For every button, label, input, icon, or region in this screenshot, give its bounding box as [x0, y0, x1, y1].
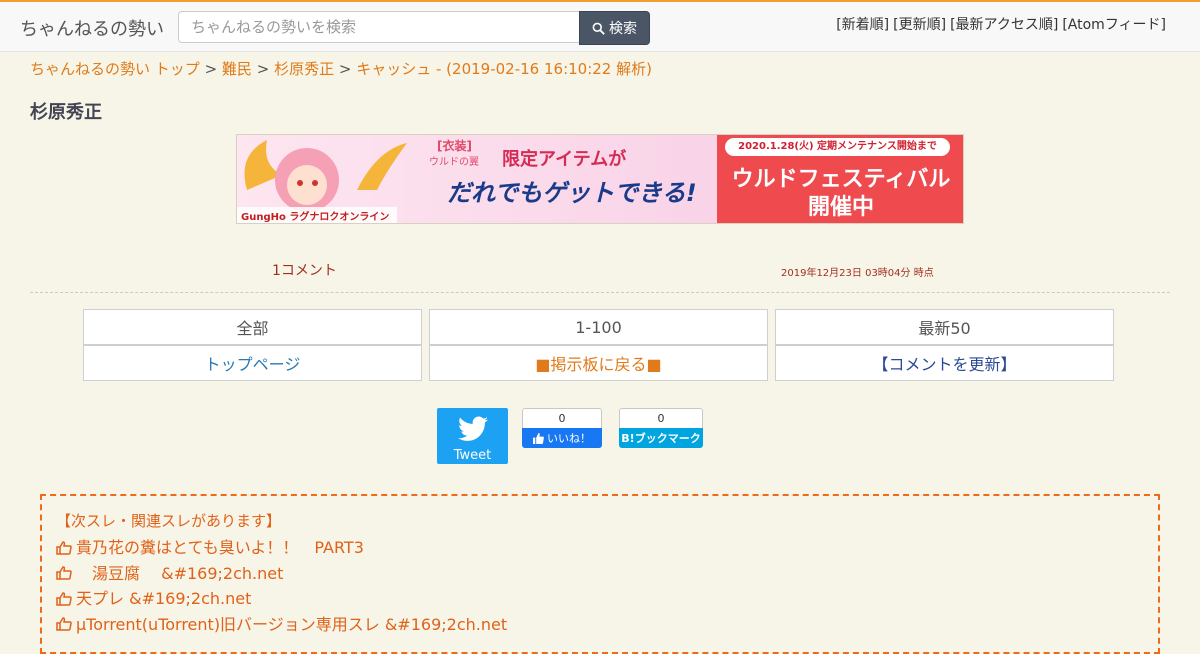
related-thread-title: μTorrent(uTorrent)旧バージョン専用スレ &#169;2ch.n…: [76, 614, 508, 634]
related-thread-title: 貴乃花の糞はとても臭いよ！！ PART3: [76, 538, 364, 557]
search-form: 検索: [178, 11, 650, 45]
related-thread-link[interactable]: 天プレ &#169;2ch.net: [56, 586, 1144, 612]
breadcrumb-top[interactable]: ちゃんねるの勢い トップ: [30, 60, 200, 78]
pointing-hand-icon: [56, 591, 72, 606]
top-page-button[interactable]: トップページ: [83, 345, 422, 381]
refresh-comments-button[interactable]: 【コメントを更新】: [775, 345, 1114, 381]
comment-count: 1コメント: [272, 263, 337, 279]
divider: [30, 292, 1170, 293]
show-all-button[interactable]: 全部: [83, 309, 422, 345]
nav-newest[interactable]: [新着順]: [836, 14, 889, 34]
pointing-hand-icon: [56, 540, 72, 555]
pointing-hand-icon: [56, 617, 72, 631]
ad-headline-2: だれでもゲットできる!: [447, 179, 697, 207]
facebook-like-widget: 0 いいね！: [522, 408, 602, 448]
related-thread-link[interactable]: μTorrent(uTorrent)旧バージョン専用スレ &#169;2ch.n…: [56, 612, 1144, 638]
tweet-label: Tweet: [453, 448, 492, 463]
related-threads-box: 【次スレ・関連スレがあります】 貴乃花の糞はとても臭いよ！！ PART3 湯豆腐…: [40, 494, 1160, 654]
site-brand[interactable]: ちゃんねるの勢い: [20, 15, 164, 41]
search-button[interactable]: 検索: [579, 11, 650, 45]
nav-atom-feed[interactable]: [Atomフィード]: [1062, 14, 1166, 34]
related-threads-heading: 【次スレ・関連スレがあります】: [56, 512, 282, 530]
nav-updated[interactable]: [更新順]: [893, 14, 946, 34]
facebook-like-button[interactable]: いいね！: [522, 428, 602, 448]
breadcrumb-separator: >: [256, 60, 270, 78]
breadcrumb-separator: >: [204, 60, 218, 78]
sort-nav: [新着順] [更新順] [最新アクセス順] [Atomフィード]: [836, 14, 1166, 34]
thumbs-up-icon: [533, 432, 544, 444]
related-thread-title: 湯豆腐 &#169;2ch.net: [76, 563, 284, 583]
ad-tag-sub: ウルドの翼: [429, 157, 479, 168]
pointing-hand-icon: [56, 566, 72, 580]
related-thread-title: 天プレ &#169;2ch.net: [76, 589, 252, 608]
hatena-bookmark-widget: 0 B!ブックマーク: [619, 408, 703, 448]
facebook-like-count: 0: [522, 408, 602, 428]
facebook-like-label: いいね！: [547, 432, 591, 445]
breadcrumb-cache[interactable]: キャッシュ - (2019-02-16 16:10:22 解析): [356, 60, 652, 78]
ad-logo: GungHo ラグナロクオンライン: [241, 212, 390, 223]
nav-latest-access[interactable]: [最新アクセス順]: [950, 14, 1058, 34]
twitter-bird-icon: [458, 416, 488, 441]
ad-date: 2020.1.28(火) 定期メンテナンス開始まで: [725, 138, 950, 156]
hatena-bookmark-count: 0: [619, 408, 703, 428]
search-button-label: 検索: [609, 21, 637, 37]
ad-banner[interactable]: [衣装] ウルドの翼 限定アイテムが だれでもゲットできる! GungHo ラグ…: [236, 134, 964, 224]
snapshot-timestamp: 2019年12月23日 03時04分 時点: [781, 268, 934, 279]
tweet-button[interactable]: Tweet: [437, 408, 508, 464]
page-title: 杉原秀正: [30, 102, 102, 123]
related-thread-link[interactable]: 湯豆腐 &#169;2ch.net: [56, 561, 1144, 587]
ad-tag: [衣装]: [437, 139, 472, 153]
breadcrumb-board[interactable]: 難民: [222, 60, 252, 78]
back-to-board-button[interactable]: ■掲示板に戻る■: [429, 345, 768, 381]
ad-headline-1: 限定アイテムが: [502, 149, 627, 170]
range-1-100-button[interactable]: 1-100: [429, 309, 768, 345]
top-navbar: ちゃんねるの勢い 検索 [新着順] [更新順] [最新アクセス順] [Atomフ…: [0, 0, 1200, 52]
search-icon: [592, 22, 605, 35]
breadcrumb-separator: >: [338, 60, 352, 78]
hatena-bookmark-button[interactable]: B!ブックマーク: [619, 428, 703, 448]
breadcrumb-thread[interactable]: 杉原秀正: [274, 60, 334, 78]
latest-50-button[interactable]: 最新50: [775, 309, 1114, 345]
ad-main-text-2: 開催中: [807, 195, 874, 220]
search-input[interactable]: [178, 11, 580, 43]
breadcrumb: ちゃんねるの勢い トップ > 難民 > 杉原秀正 > キャッシュ - (2019…: [30, 58, 652, 79]
related-thread-link[interactable]: 貴乃花の糞はとても臭いよ！！ PART3: [56, 535, 1144, 561]
